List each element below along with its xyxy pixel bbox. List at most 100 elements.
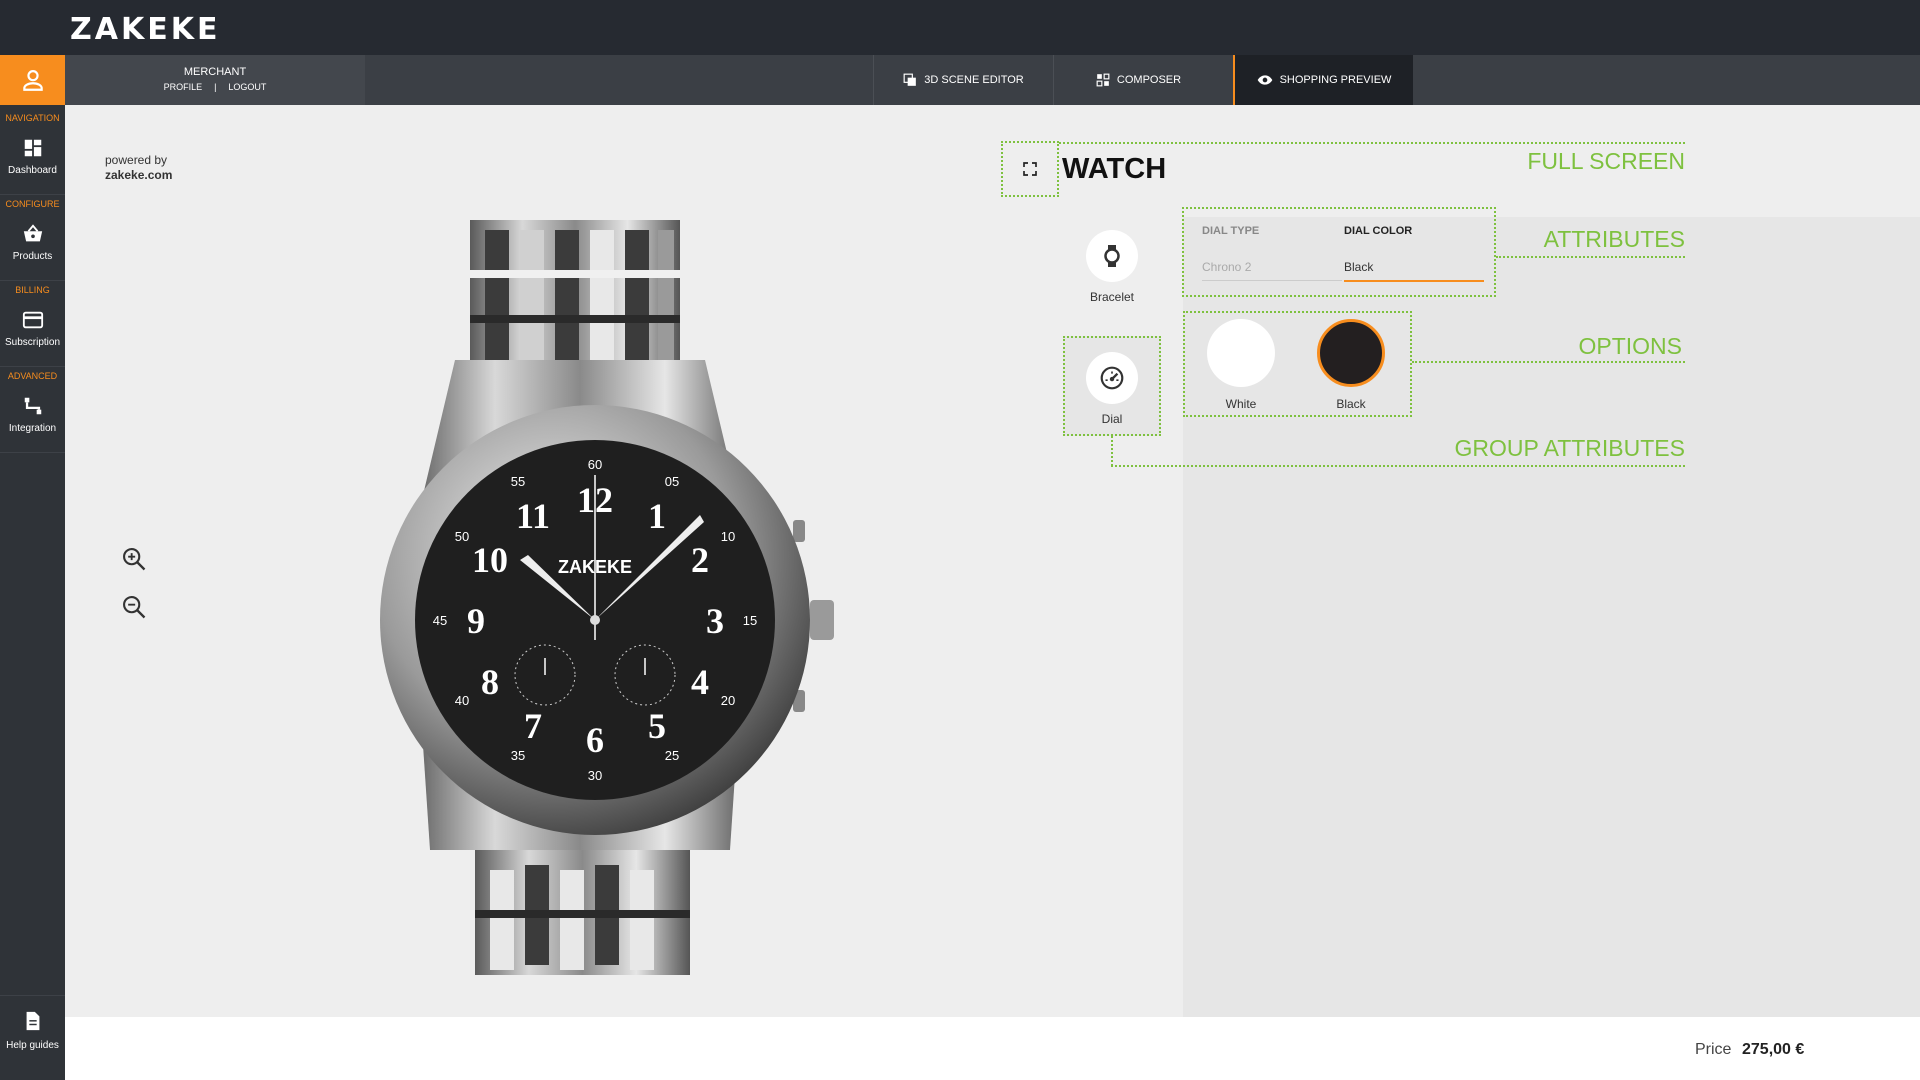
callout-line (1059, 142, 1685, 144)
attribute-value: Black (1344, 260, 1484, 282)
callout-line (1496, 256, 1685, 258)
zoom-in-button[interactable] (120, 545, 148, 573)
tab-composer[interactable]: COMPOSER (1053, 55, 1223, 105)
color-swatch (1207, 319, 1275, 387)
integration-icon (24, 397, 41, 415)
group-label: Bracelet (1089, 290, 1135, 304)
attribute-name: DIAL TYPE (1202, 225, 1260, 237)
user-account-button[interactable] (0, 55, 73, 105)
dashboard-icon (24, 139, 41, 157)
watch-3d-model[interactable]: 12 1 2 3 4 5 6 7 8 9 10 11 60 05 10 15 2… (370, 210, 850, 980)
powered-by-label: powered by (105, 153, 168, 167)
sidebar: NAVIGATION Dashboard CONFIGURE Products … (0, 55, 73, 1080)
minute-35: 35 (511, 748, 525, 763)
user-icon (22, 70, 43, 91)
tab-label: 3D SCENE EDITOR (924, 74, 1024, 86)
annotation-attributes: ATTRIBUTES (1543, 226, 1685, 252)
numeral-10: 10 (472, 540, 508, 580)
fullscreen-button[interactable] (1001, 141, 1059, 197)
speedometer-icon (1100, 366, 1124, 390)
minute-20: 20 (721, 693, 735, 708)
merchant-name: MERCHANT (183, 66, 247, 78)
group-bracelet[interactable]: Bracelet (1072, 230, 1152, 304)
tab-shopping-preview[interactable]: SHOPPING PREVIEW (1233, 55, 1413, 105)
minute-30: 30 (588, 768, 602, 783)
options-panel: White Black (1183, 311, 1412, 417)
minute-55: 55 (511, 474, 525, 489)
option-label: White (1225, 397, 1257, 411)
bracelet-top (470, 220, 680, 380)
zakeke-logo[interactable]: ZAKEKE (70, 12, 220, 47)
product-title: WATCH (1062, 153, 1167, 185)
sidebar-item-help-guides[interactable]: Help guides (0, 995, 65, 1080)
annotation-options: OPTIONS (1578, 333, 1682, 359)
watch-crown (810, 600, 834, 640)
section-advanced: ADVANCED (7, 371, 58, 381)
sidebar-item-label: Products (12, 251, 53, 262)
callout-line (1412, 361, 1685, 363)
minute-15: 15 (743, 613, 757, 628)
minute-10: 10 (721, 529, 735, 544)
sidebar-item-dashboard[interactable]: Dashboard (0, 125, 65, 195)
document-icon (26, 1011, 39, 1031)
profile-link[interactable]: PROFILE (164, 82, 203, 92)
sidebar-item-label: Subscription (4, 337, 61, 348)
tab-label: SHOPPING PREVIEW (1279, 74, 1392, 86)
fullscreen-icon (1023, 162, 1037, 176)
attribute-name: DIAL COLOR (1344, 225, 1413, 237)
link-separator: | (214, 82, 217, 92)
annotation-group-attributes: GROUP ATTRIBUTES (1454, 435, 1685, 461)
option-black[interactable]: Black (1311, 319, 1391, 411)
layers-icon (903, 73, 917, 86)
powered-by-domain[interactable]: zakeke.com (105, 168, 172, 183)
top-bar: ZAKEKE (0, 0, 1920, 55)
numeral-9: 9 (467, 601, 485, 641)
sidebar-item-integration[interactable]: Integration (0, 383, 65, 453)
price-value: 275,00 € (1742, 1041, 1805, 1058)
group-label: Dial (1101, 412, 1123, 426)
zoom-out-button[interactable] (120, 593, 148, 621)
color-swatch (1317, 319, 1385, 387)
minute-60: 60 (588, 457, 602, 472)
group-dial[interactable]: Dial (1063, 336, 1161, 436)
attribute-value: Chrono 2 (1202, 260, 1342, 281)
sidebar-item-subscription[interactable]: Subscription (0, 297, 65, 367)
numeral-6: 6 (586, 720, 604, 760)
numeral-5: 5 (648, 706, 666, 746)
callout-line (1111, 465, 1685, 467)
numeral-3: 3 (706, 601, 724, 641)
numeral-7: 7 (524, 706, 542, 746)
section-navigation: NAVIGATION (5, 113, 60, 123)
price-label: Price (1695, 1041, 1732, 1058)
attribute-dial-color[interactable]: DIAL COLOR Black (1344, 225, 1484, 282)
merchant-panel: MERCHANT PROFILE | LOGOUT (65, 55, 365, 105)
watch-icon (1104, 245, 1120, 267)
sidebar-item-label: Integration (8, 423, 57, 434)
attribute-dial-type[interactable]: DIAL TYPE Chrono 2 (1202, 225, 1342, 281)
minute-25: 25 (665, 748, 679, 763)
composer-icon (1096, 73, 1110, 87)
section-billing: BILLING (15, 285, 50, 295)
logout-link[interactable]: LOGOUT (228, 82, 266, 92)
numeral-11: 11 (516, 496, 550, 536)
numeral-1: 1 (648, 496, 666, 536)
tab-label: COMPOSER (1116, 74, 1182, 86)
minute-45: 45 (433, 613, 447, 628)
sidebar-item-label: Help guides (6, 1040, 59, 1051)
watch-render: 12 1 2 3 4 5 6 7 8 9 10 11 60 05 10 15 2… (380, 220, 834, 975)
tab-3d-scene-editor[interactable]: 3D SCENE EDITOR (873, 55, 1053, 105)
footer-bar (65, 1017, 1920, 1080)
callout-line (1111, 436, 1113, 466)
option-white[interactable]: White (1201, 319, 1281, 411)
numeral-2: 2 (691, 540, 709, 580)
numeral-8: 8 (481, 662, 499, 702)
annotation-full-screen: FULL SCREEN (1527, 148, 1685, 174)
minute-40: 40 (455, 693, 469, 708)
numeral-4: 4 (691, 662, 709, 702)
section-configure: CONFIGURE (5, 199, 60, 209)
zoom-out-icon (123, 596, 146, 619)
option-label: Black (1336, 397, 1366, 411)
basket-icon (23, 224, 42, 242)
sub-header: MERCHANT PROFILE | LOGOUT 3D SCENE EDITOR … (65, 55, 1920, 105)
sidebar-item-products[interactable]: Products (0, 211, 65, 281)
